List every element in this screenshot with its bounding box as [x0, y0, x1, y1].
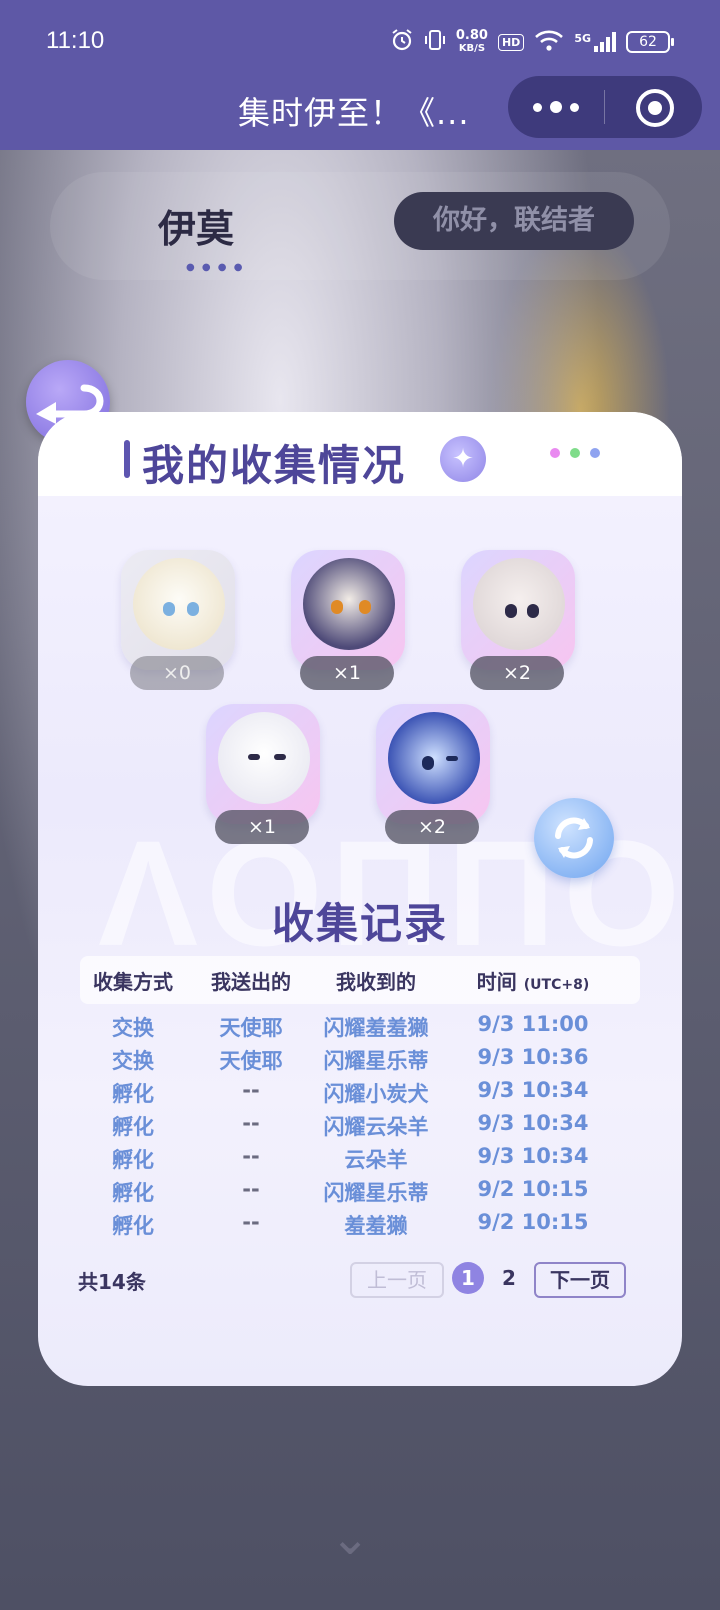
cell-time: 9/3 10:34	[477, 1144, 589, 1168]
refresh-icon	[555, 817, 593, 859]
cell-sent: 天使耶	[219, 1049, 283, 1073]
records-title: 收集记录	[271, 899, 448, 948]
cell-method: 孵化	[112, 1148, 154, 1172]
background-greeting-button: 你好，联结者	[394, 192, 634, 250]
creature-fox-white	[133, 558, 225, 650]
cell-sent: --	[242, 1111, 260, 1135]
cell-received: 闪耀羞羞獭	[323, 1016, 429, 1040]
cell-time: 9/2 10:15	[477, 1177, 589, 1201]
cell-sent: 天使耶	[219, 1016, 283, 1040]
cell-time: 9/3 10:34	[477, 1111, 589, 1135]
modal-title: 我的收集情况	[142, 441, 407, 490]
column-header-method: 收集方式	[93, 970, 173, 994]
background-logo-dots: ● ● ● ●	[186, 262, 245, 273]
creature-star-mouse	[388, 712, 480, 804]
net-speed: 0.80 KB/S	[456, 29, 488, 55]
cell-received: 闪耀星乐蒂	[323, 1049, 429, 1073]
creature-card[interactable]: ×1	[283, 544, 413, 694]
decorative-dots	[550, 448, 600, 458]
cell-method: 孵化	[112, 1181, 154, 1205]
title-accent-bar	[124, 440, 130, 478]
hd-badge: HD	[497, 33, 525, 51]
creature-card[interactable]: ×2	[368, 698, 498, 848]
cell-received: 闪耀星乐蒂	[323, 1181, 429, 1205]
creature-count: ×2	[385, 810, 479, 844]
collection-modal: 我的收集情况 ✦ ΛOΠΠO ×0 ×1 ×2 ×1 ×2 收集记录 收集方式 …	[38, 412, 682, 1386]
background-logo: 伊莫	[158, 207, 235, 251]
page-title: 集时伊至！《...	[238, 94, 470, 132]
refresh-button[interactable]	[534, 798, 614, 878]
cell-method: 交换	[112, 1016, 154, 1040]
cell-sent: --	[242, 1144, 260, 1168]
page-number-2[interactable]: 2	[494, 1262, 524, 1294]
total-count: 共14条	[78, 1270, 146, 1294]
vibrate-icon	[424, 29, 446, 55]
cell-received: 羞羞獭	[344, 1214, 408, 1238]
cell-received: 闪耀云朵羊	[323, 1115, 429, 1139]
next-page-button[interactable]: 下一页	[534, 1262, 626, 1298]
page-number-1[interactable]: 1	[452, 1262, 484, 1294]
creature-count: ×1	[215, 810, 309, 844]
creature-count: ×0	[130, 656, 224, 690]
net-speed-unit: KB/S	[458, 43, 486, 54]
creature-cloud-sheep	[473, 558, 565, 650]
creature-fox-dark	[303, 558, 395, 650]
column-header-received: 我收到的	[336, 970, 416, 994]
capsule-divider	[604, 90, 605, 124]
cell-received: 云朵羊	[344, 1148, 408, 1172]
status-icons: 0.80 KB/S HD 5G 62	[390, 28, 674, 56]
net-speed-value: 0.80	[455, 28, 488, 43]
creature-card[interactable]: ×2	[453, 544, 583, 694]
creature-card[interactable]: ×0	[113, 544, 243, 694]
creature-count: ×1	[300, 656, 394, 690]
column-header-time: 时间 (UTC+8)	[458, 966, 608, 995]
creature-otter	[218, 712, 310, 804]
target-close-icon[interactable]	[636, 89, 674, 127]
alarm-icon	[390, 28, 414, 56]
cell-method: 交换	[112, 1049, 154, 1073]
cell-method: 孵化	[112, 1214, 154, 1238]
cell-received: 闪耀小炭犬	[323, 1082, 429, 1106]
mini-program-capsule	[508, 76, 702, 138]
prev-page-button[interactable]: 上一页	[350, 1262, 444, 1298]
cell-time: 9/3 11:00	[477, 1012, 589, 1036]
modal-header: 我的收集情况 ✦	[38, 412, 682, 496]
status-time: 11:10	[46, 27, 105, 54]
creature-card[interactable]: ×1	[198, 698, 328, 848]
cell-method: 孵化	[112, 1082, 154, 1106]
network-type: 5G	[574, 32, 591, 45]
wifi-icon	[534, 29, 564, 55]
cell-time: 9/3 10:34	[477, 1078, 589, 1102]
column-header-sent: 我送出的	[211, 970, 291, 994]
creature-count: ×2	[470, 656, 564, 690]
scroll-down-icon: ⌄	[330, 1510, 371, 1566]
cell-sent: --	[242, 1078, 260, 1102]
cell-method: 孵化	[112, 1115, 154, 1139]
signal-icon: 5G	[574, 32, 616, 52]
cell-time: 9/2 10:15	[477, 1210, 589, 1234]
cell-sent: --	[242, 1210, 260, 1234]
more-dots-icon[interactable]	[508, 76, 604, 138]
top-bar: 11:10 0.80 KB/S HD 5G 62 集时伊至！《...	[0, 0, 720, 150]
battery-indicator: 62	[626, 31, 674, 53]
sparkle-icon: ✦	[440, 436, 486, 482]
cell-time: 9/3 10:36	[477, 1045, 589, 1069]
cell-sent: --	[242, 1177, 260, 1201]
status-bar: 11:10 0.80 KB/S HD 5G 62	[0, 0, 720, 86]
column-header-timezone: (UTC+8)	[523, 977, 590, 993]
column-header-time-label: 时间	[476, 970, 517, 994]
